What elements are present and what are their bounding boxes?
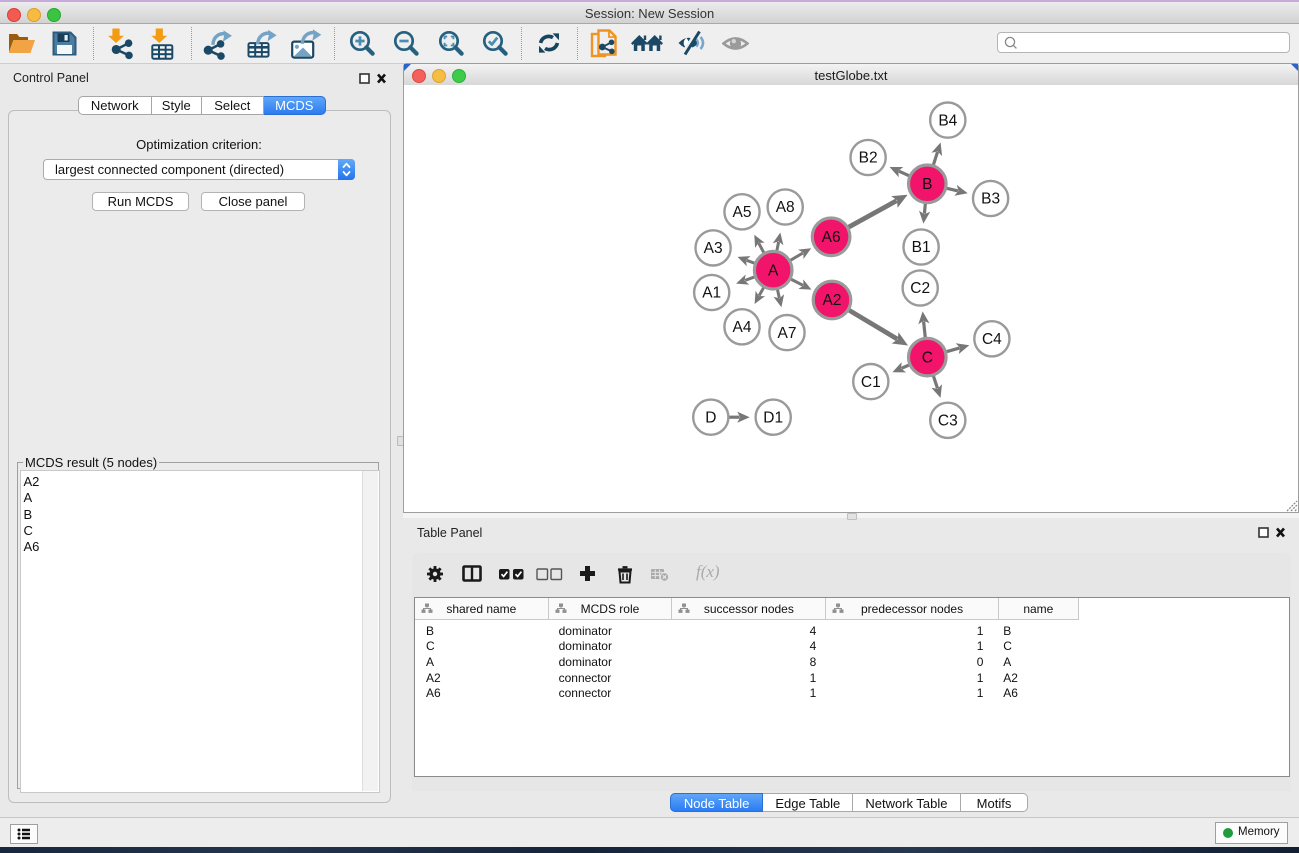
svg-text:A1: A1 — [702, 285, 721, 302]
svg-text:A7: A7 — [777, 325, 796, 342]
svg-text:C3: C3 — [937, 413, 957, 430]
svg-text:C2: C2 — [910, 280, 930, 297]
svg-text:D: D — [705, 409, 716, 426]
svg-text:C4: C4 — [981, 331, 1001, 348]
svg-text:C: C — [921, 349, 932, 366]
svg-text:A2: A2 — [822, 292, 841, 309]
svg-text:A: A — [768, 262, 779, 279]
svg-text:A5: A5 — [732, 204, 751, 221]
svg-text:B: B — [922, 176, 932, 193]
svg-text:A3: A3 — [703, 240, 722, 257]
svg-text:A4: A4 — [732, 319, 751, 336]
svg-text:C1: C1 — [860, 374, 880, 391]
svg-text:B4: B4 — [938, 112, 957, 129]
svg-text:A8: A8 — [775, 199, 794, 216]
svg-text:B2: B2 — [858, 150, 877, 167]
svg-text:A6: A6 — [821, 229, 840, 246]
svg-text:B1: B1 — [911, 239, 930, 256]
svg-text:D1: D1 — [763, 409, 783, 426]
svg-text:B3: B3 — [981, 191, 1000, 208]
